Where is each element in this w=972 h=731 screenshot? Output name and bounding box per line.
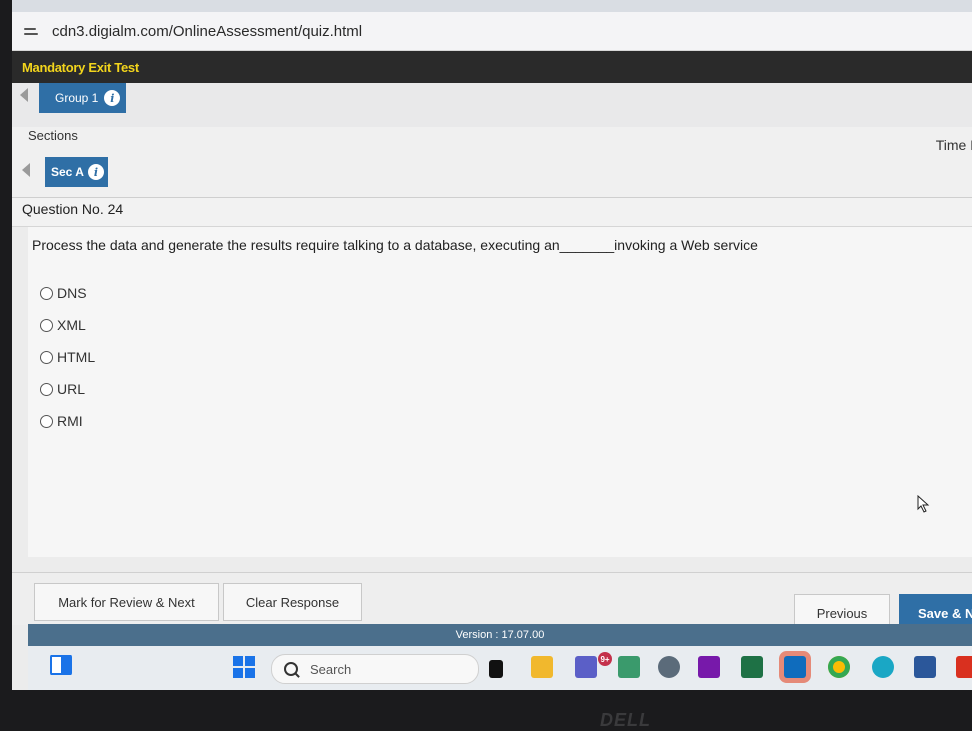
clear-response-button[interactable]: Clear Response — [223, 583, 362, 621]
search-icon — [284, 662, 298, 676]
section-tab-label: Sec A — [51, 165, 84, 179]
version-text: Version : 17.07.00 — [455, 629, 545, 641]
radio-button[interactable] — [40, 286, 53, 300]
teams-notification-badge: 9+ — [598, 652, 612, 666]
sections-label: Sections — [28, 128, 78, 143]
question-number: Question No. 24 — [22, 201, 124, 217]
time-left-label: Time L — [935, 137, 972, 153]
option-xml[interactable]: XML — [40, 309, 95, 341]
option-dns[interactable]: DNS — [40, 277, 95, 309]
teams-icon[interactable] — [575, 656, 597, 678]
radio-button[interactable] — [40, 414, 53, 428]
taskbar-search[interactable]: Search — [271, 654, 479, 684]
taskbar-search-label: Search — [310, 661, 352, 677]
chrome-icon[interactable] — [828, 656, 850, 678]
acrobat-icon[interactable] — [956, 656, 972, 678]
question-number-row: Question No. 24 — [12, 198, 972, 227]
site-settings-icon[interactable] — [24, 24, 40, 38]
option-html[interactable]: HTML — [40, 341, 95, 373]
radio-button[interactable] — [40, 350, 53, 364]
option-url[interactable]: URL — [40, 373, 95, 405]
info-icon[interactable]: i — [104, 90, 121, 106]
excel-icon[interactable] — [741, 656, 763, 678]
sections-row: Sections Time L — [12, 127, 972, 156]
exam-title: Mandatory Exit Test — [22, 59, 139, 75]
screen: cdn3.digialm.com/OnlineAssessment/quiz.h… — [12, 0, 972, 690]
group-tab-label: Group 1 — [55, 91, 99, 105]
option-label: RMI — [57, 413, 83, 429]
browser-tab-strip — [12, 0, 972, 12]
option-label: DNS — [57, 285, 87, 301]
option-label: HTML — [57, 349, 96, 365]
group-scroll-left-icon[interactable] — [20, 88, 28, 102]
info-icon[interactable]: i — [87, 164, 104, 180]
terminal-icon[interactable] — [489, 660, 503, 678]
settings-gear-icon[interactable] — [658, 656, 680, 678]
address-bar[interactable]: cdn3.digialm.com/OnlineAssessment/quiz.h… — [12, 12, 972, 51]
radio-button[interactable] — [40, 318, 53, 332]
file-explorer-icon[interactable] — [531, 656, 553, 678]
onenote-icon[interactable] — [698, 656, 720, 678]
option-label: XML — [57, 317, 86, 333]
outlook-icon[interactable] — [784, 656, 806, 678]
url-text[interactable]: cdn3.digialm.com/OnlineAssessment/quiz.h… — [52, 23, 362, 40]
edge-icon[interactable] — [872, 656, 894, 678]
radio-button[interactable] — [40, 382, 53, 396]
section-scroll-left-icon[interactable] — [22, 163, 30, 177]
group-row: Group 1 i — [12, 83, 972, 128]
exam-header: Mandatory Exit Test — [12, 51, 972, 83]
section-tab[interactable]: Sec A i — [45, 157, 108, 187]
notepad-icon[interactable] — [618, 656, 640, 678]
mark-review-next-button[interactable]: Mark for Review & Next — [34, 583, 219, 621]
word-icon[interactable] — [914, 656, 936, 678]
mouse-pointer-icon — [917, 495, 930, 513]
version-bar: Version : 17.07.00 — [28, 624, 972, 646]
action-bar: Mark for Review & Next Clear Response Pr… — [12, 572, 972, 632]
option-label: URL — [57, 381, 86, 397]
question-panel: Process the data and generate the result… — [28, 227, 972, 557]
question-text: Process the data and generate the result… — [32, 237, 758, 253]
dell-logo: DELL — [600, 710, 651, 730]
widgets-icon[interactable] — [50, 654, 72, 676]
option-list: DNS XML HTML URL RMI — [40, 277, 95, 437]
windows-start-icon[interactable] — [233, 656, 255, 678]
group-tab[interactable]: Group 1 i — [39, 83, 127, 113]
option-rmi[interactable]: RMI — [40, 405, 95, 437]
taskbar: Search 9+ — [28, 646, 972, 690]
section-row: Sec A i — [12, 155, 972, 198]
